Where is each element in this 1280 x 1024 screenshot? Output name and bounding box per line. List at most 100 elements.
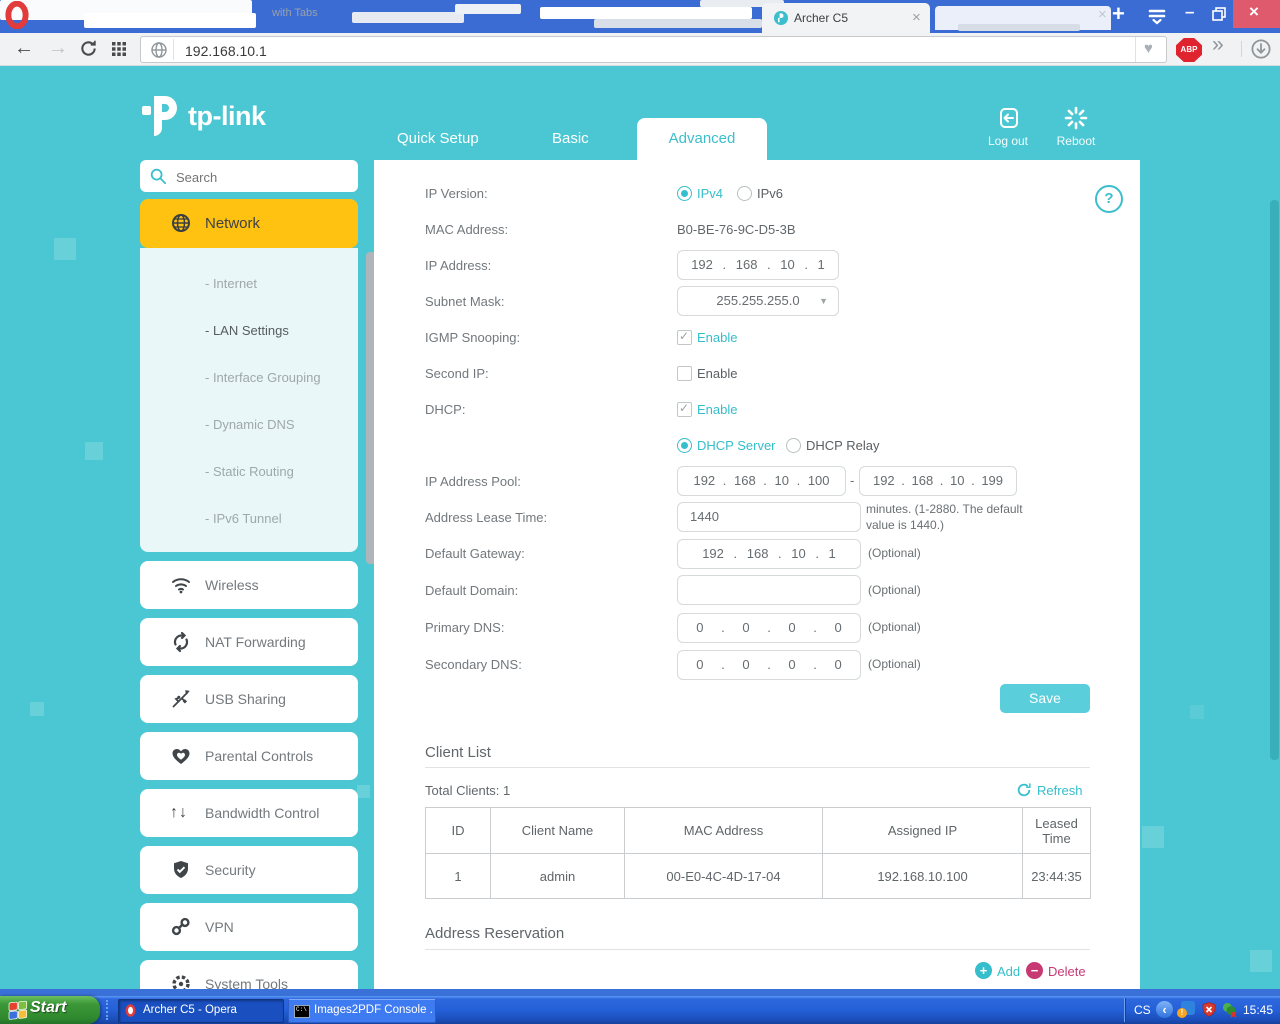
field-label: Subnet Mask: bbox=[425, 294, 505, 309]
security-shield-icon[interactable] bbox=[1201, 1001, 1217, 1023]
windows-flag-icon bbox=[8, 1000, 28, 1024]
tab-basic[interactable]: Basic bbox=[552, 130, 589, 147]
close-window-button[interactable]: × bbox=[1233, 0, 1280, 28]
new-tab-button[interactable]: + bbox=[1112, 1, 1125, 27]
network-status-icon[interactable] bbox=[1221, 1001, 1238, 1023]
sidebar-item-usb-sharing[interactable]: USB Sharing bbox=[140, 675, 358, 723]
sidebar-item-label: USB Sharing bbox=[205, 675, 286, 723]
sidebar-item-label: Parental Controls bbox=[205, 732, 313, 780]
render-artifact bbox=[540, 7, 752, 19]
tray-language-indicator[interactable]: CS bbox=[1134, 996, 1151, 1024]
sidebar-item-bandwidth-control[interactable]: ↑↓ Bandwidth Control bbox=[140, 789, 358, 837]
second-ip-checkbox[interactable] bbox=[677, 366, 692, 381]
save-button[interactable]: Save bbox=[1000, 684, 1090, 713]
minimize-button[interactable]: – bbox=[1178, 0, 1204, 27]
pool-start-input[interactable]: 192 . 168 . 10 . 100 bbox=[677, 466, 846, 496]
dhcp-server-label: DHCP Server bbox=[697, 438, 776, 453]
address-bar[interactable]: ♥ bbox=[140, 36, 1167, 63]
submenu-dynamic-dns[interactable]: - Dynamic DNS bbox=[205, 417, 295, 432]
optional-note: (Optional) bbox=[868, 620, 921, 634]
forward-icon[interactable]: → bbox=[48, 37, 68, 60]
opera-menu-button[interactable] bbox=[5, 1, 29, 29]
sidebar-item-vpn[interactable]: VPN bbox=[140, 903, 358, 951]
ipv4-label: IPv4 bbox=[697, 186, 723, 201]
help-icon[interactable]: ? bbox=[1095, 185, 1123, 213]
sidebar-item-security[interactable]: Security bbox=[140, 846, 358, 894]
ipv4-radio[interactable] bbox=[677, 186, 692, 201]
refresh-button[interactable]: Refresh bbox=[1016, 782, 1090, 800]
dhcp-server-radio[interactable] bbox=[677, 438, 692, 453]
logout-button[interactable]: Log out bbox=[975, 104, 1041, 150]
sidebar-item-label: Network bbox=[205, 199, 260, 248]
mac-address-value: B0-BE-76-9C-D5-3B bbox=[677, 222, 796, 237]
domain-input[interactable] bbox=[677, 575, 861, 605]
primary-dns-input[interactable]: 0 . 0 . 0 . 0 bbox=[677, 613, 861, 643]
tab-menu-icon[interactable] bbox=[1147, 8, 1167, 30]
submenu-internet[interactable]: - Internet bbox=[205, 276, 257, 291]
sidebar-item-wireless[interactable]: Wireless bbox=[140, 561, 358, 609]
search-input[interactable] bbox=[174, 166, 348, 188]
maximize-button[interactable] bbox=[1206, 0, 1232, 27]
sidebar-item-network[interactable]: Network bbox=[140, 199, 358, 248]
back-icon[interactable]: ← bbox=[14, 37, 34, 60]
tab-archer-c5[interactable]: Archer C5 × bbox=[762, 3, 930, 33]
tab-close-icon[interactable]: × bbox=[912, 9, 921, 26]
divider bbox=[173, 39, 174, 60]
tab-advanced[interactable]: Advanced bbox=[637, 118, 767, 160]
sidebar-item-parental-controls[interactable]: Parental Controls bbox=[140, 732, 358, 780]
dhcp-checkbox[interactable]: ✓ bbox=[677, 402, 692, 417]
col-mac-address: MAC Address bbox=[625, 808, 823, 854]
add-button[interactable]: + Add bbox=[975, 962, 1023, 980]
submenu-lan-settings[interactable]: - LAN Settings bbox=[205, 323, 289, 338]
logout-label: Log out bbox=[975, 134, 1041, 148]
render-artifact bbox=[958, 24, 1080, 31]
lease-time-input[interactable]: 1440 bbox=[677, 502, 861, 532]
maximize-icon bbox=[1212, 7, 1226, 26]
sidebar-item-label: NAT Forwarding bbox=[205, 618, 306, 666]
speed-dial-icon[interactable] bbox=[112, 42, 126, 61]
secondary-dns-input[interactable]: 0 . 0 . 0 . 0 bbox=[677, 650, 861, 680]
delete-button[interactable]: − Delete bbox=[1026, 962, 1090, 980]
client-table: ID Client Name MAC Address Assigned IP L… bbox=[425, 807, 1091, 899]
subnet-mask-select[interactable]: 255.255.255.0 ▼ bbox=[677, 286, 839, 316]
col-client-name: Client Name bbox=[491, 808, 625, 854]
usb-icon bbox=[170, 688, 192, 710]
field-label: IP Address Pool: bbox=[425, 474, 521, 489]
pool-end-input[interactable]: 192 . 168 . 10 . 199 bbox=[859, 466, 1017, 496]
reboot-button[interactable]: Reboot bbox=[1043, 104, 1109, 150]
reload-icon[interactable] bbox=[79, 39, 98, 63]
decor-square bbox=[54, 238, 76, 260]
extension-icon[interactable]: » bbox=[1212, 33, 1224, 57]
quick-launch-handle bbox=[106, 1000, 111, 1020]
start-button[interactable]: Start bbox=[0, 996, 100, 1024]
page-scrollbar[interactable] bbox=[1270, 200, 1279, 760]
screen: with Tabs × Archer C5 × + bbox=[0, 0, 1280, 1024]
submenu-interface-grouping[interactable]: - Interface Grouping bbox=[205, 370, 321, 385]
tray-app-icon[interactable]: ! bbox=[1181, 1001, 1195, 1015]
field-label: IGMP Snooping: bbox=[425, 330, 520, 345]
ipv6-radio[interactable] bbox=[737, 186, 752, 201]
second-ip-enable-label: Enable bbox=[697, 366, 737, 381]
adblock-abp-icon[interactable]: ABP bbox=[1176, 38, 1202, 62]
decor-square bbox=[357, 785, 370, 798]
task-archer-c5-opera[interactable]: Archer C5 - Opera bbox=[118, 999, 284, 1023]
gateway-input[interactable]: 192 . 168 . 10 . 1 bbox=[677, 539, 861, 569]
bookmark-heart-icon[interactable]: ♥ bbox=[1144, 40, 1153, 57]
dhcp-relay-radio[interactable] bbox=[786, 438, 801, 453]
optional-note: (Optional) bbox=[868, 546, 921, 560]
submenu-ipv6-tunnel[interactable]: - IPv6 Tunnel bbox=[205, 511, 282, 526]
igmp-checkbox[interactable]: ✓ bbox=[677, 330, 692, 345]
field-label: IP Version: bbox=[425, 186, 488, 201]
sidebar-item-nat-forwarding[interactable]: NAT Forwarding bbox=[140, 618, 358, 666]
task-images2pdf-console[interactable]: C:\ Images2PDF Console ... bbox=[288, 999, 436, 1023]
url-input[interactable] bbox=[183, 40, 887, 61]
add-label: Add bbox=[997, 964, 1020, 979]
shield-icon bbox=[170, 859, 192, 881]
search-box[interactable] bbox=[140, 160, 358, 192]
tray-chevron-icon[interactable]: ‹ bbox=[1156, 1001, 1173, 1018]
tab-quick-setup[interactable]: Quick Setup bbox=[397, 130, 479, 147]
download-icon[interactable] bbox=[1250, 38, 1272, 65]
submenu-static-routing[interactable]: - Static Routing bbox=[205, 464, 294, 479]
site-badge-icon[interactable] bbox=[150, 41, 168, 64]
ip-address-input[interactable]: 192 . 168 . 10 . 1 bbox=[677, 250, 839, 280]
